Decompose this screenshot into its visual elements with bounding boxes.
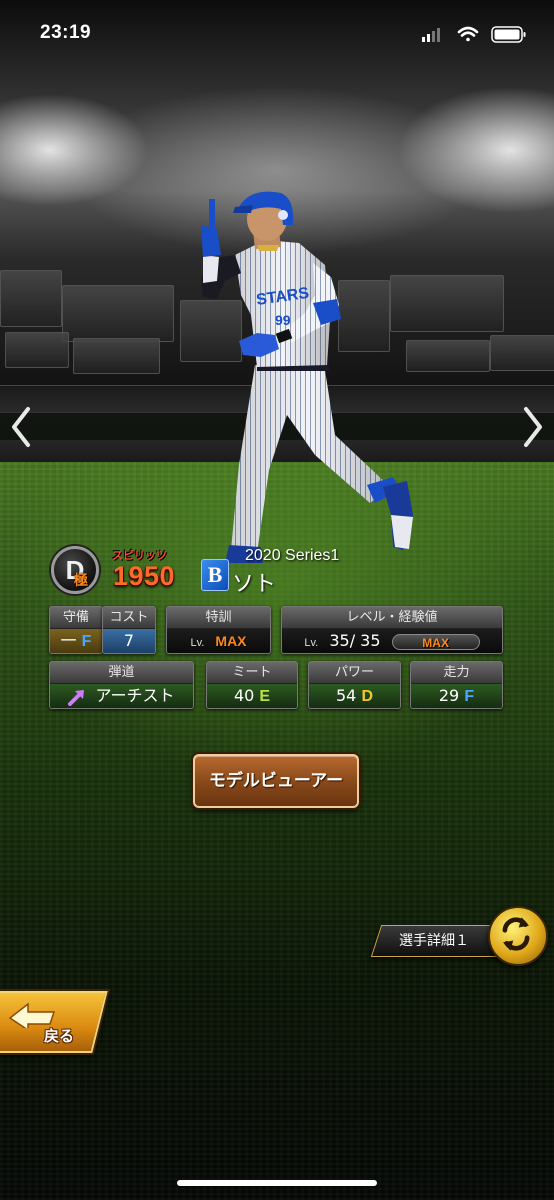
defense-value: 一 F bbox=[50, 629, 102, 653]
chevron-right-icon[interactable] bbox=[520, 405, 546, 449]
power-header: パワー bbox=[309, 662, 400, 684]
battery-icon bbox=[491, 26, 526, 43]
team-logo: B bbox=[201, 559, 229, 591]
special-training-value: Lv. MAX bbox=[167, 629, 270, 653]
trajectory-stat: 弾道 アーチスト bbox=[49, 661, 194, 709]
player-detail-screen: 23:19 STARS 99 D 極 スピリッツ 1950 B 2020 Ser… bbox=[0, 0, 554, 1200]
power-number: 54 bbox=[335, 686, 357, 705]
player-detail-label: 選手詳細１ bbox=[399, 933, 469, 949]
meet-header: ミート bbox=[207, 662, 297, 684]
exp-max-label: MAX bbox=[422, 635, 449, 650]
level-lv-prefix: Lv. bbox=[304, 637, 319, 649]
cost-value: 7 bbox=[103, 629, 155, 653]
meet-grade: E bbox=[259, 688, 271, 705]
meet-value: 40 E bbox=[207, 684, 297, 708]
chevron-left-icon[interactable] bbox=[8, 405, 34, 449]
home-indicator[interactable] bbox=[177, 1180, 377, 1186]
defense-stat: 守備 一 F bbox=[49, 606, 103, 654]
back-arrow-icon bbox=[8, 1002, 56, 1028]
stadium-billboard bbox=[5, 332, 69, 368]
exp-bar: MAX bbox=[391, 633, 480, 650]
speed-stat: 走力 29 F bbox=[410, 661, 503, 709]
level-exp-value: Lv. 35/ 35 MAX bbox=[282, 629, 502, 653]
rank-sub-label: 極 bbox=[74, 573, 88, 589]
speed-value: 29 F bbox=[411, 684, 502, 708]
cost-header: コスト bbox=[103, 607, 155, 629]
status-icons bbox=[422, 26, 526, 43]
special-training-lv-prefix: Lv. bbox=[190, 637, 205, 649]
level-value: 35/ 35 bbox=[329, 631, 381, 650]
defense-header: 守備 bbox=[50, 607, 102, 629]
stadium-billboard bbox=[490, 335, 554, 371]
meet-stat: ミート 40 E bbox=[206, 661, 298, 709]
series-label: 2020 Series1 bbox=[245, 547, 340, 564]
speed-header: 走力 bbox=[411, 662, 502, 684]
special-training-stat: 特訓 Lv. MAX bbox=[166, 606, 271, 654]
level-exp-stat: レベル・経験値 Lv. 35/ 35 MAX bbox=[281, 606, 503, 654]
wifi-icon bbox=[457, 26, 479, 42]
trajectory-label: アーチスト bbox=[95, 686, 175, 705]
power-stat: パワー 54 D bbox=[308, 661, 401, 709]
level-exp-header: レベル・経験値 bbox=[282, 607, 502, 629]
model-viewer-button[interactable]: モデルビューアー bbox=[193, 754, 359, 808]
cellular-signal-icon bbox=[422, 28, 440, 42]
speed-grade: F bbox=[464, 688, 475, 705]
status-time: 23:19 bbox=[40, 22, 92, 43]
player-detail-switch[interactable] bbox=[488, 906, 548, 966]
stadium-billboard bbox=[62, 285, 174, 342]
spirits-value: 1950 bbox=[113, 561, 176, 591]
trajectory-arrow-icon bbox=[68, 689, 85, 706]
trajectory-value: アーチスト bbox=[50, 684, 193, 708]
power-value: 54 D bbox=[309, 684, 400, 708]
power-grade: D bbox=[361, 688, 373, 705]
cost-stat: コスト 7 bbox=[102, 606, 156, 654]
back-label: 戻る bbox=[44, 1027, 75, 1045]
speed-number: 29 bbox=[438, 686, 460, 705]
trajectory-header: 弾道 bbox=[50, 662, 193, 684]
special-training-max: MAX bbox=[215, 633, 247, 649]
player-name: ソト bbox=[232, 572, 277, 597]
jersey-number: 99 bbox=[275, 312, 291, 328]
meet-number: 40 bbox=[233, 686, 255, 705]
stadium-billboard bbox=[0, 270, 62, 327]
player-model[interactable]: STARS 99 bbox=[195, 185, 425, 585]
defense-position: 一 bbox=[60, 631, 77, 650]
swap-arrows-icon bbox=[502, 917, 530, 951]
special-training-header: 特訓 bbox=[167, 607, 270, 629]
defense-grade: F bbox=[81, 633, 92, 650]
stadium-billboard bbox=[73, 338, 160, 374]
